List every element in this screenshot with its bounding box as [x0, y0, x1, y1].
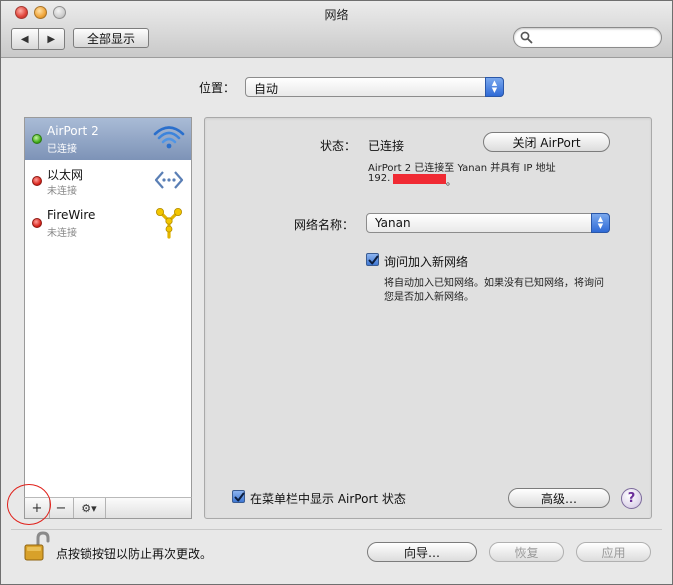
status-dot-connected-icon: [32, 134, 42, 144]
footer-separator: [11, 529, 662, 530]
advanced-button[interactable]: 高级…: [508, 488, 610, 508]
popup-arrows-icon: ▲ ▼: [485, 77, 504, 97]
redacted-ip-bar: [393, 174, 446, 184]
location-value: 自动: [254, 82, 279, 96]
ip-address-prefix: 192.: [368, 173, 391, 184]
service-list[interactable]: AirPort 2 已连接 以太网 未连接 FireWire 未连接: [24, 117, 192, 517]
service-status: 未连接: [47, 228, 77, 239]
forward-button[interactable]: ▶: [37, 29, 65, 49]
title-bar: 网络 ◀ ▶ 全部显示: [1, 1, 672, 58]
revert-button[interactable]: 恢复: [489, 542, 564, 562]
search-input[interactable]: [536, 30, 660, 47]
ip-address-suffix: 。: [446, 177, 456, 188]
window-title: 网络: [324, 8, 349, 22]
checkmark-icon: [234, 492, 245, 502]
gear-menu-button[interactable]: ⚙▾: [73, 498, 106, 518]
popup-arrows-icon: ▲ ▼: [591, 213, 610, 233]
service-item-airport[interactable]: AirPort 2 已连接: [25, 118, 191, 160]
ask-join-description-line1: 将自动加入已知网络。如果没有已知网络，将询问: [384, 278, 604, 289]
show-in-menubar-checkbox[interactable]: [232, 490, 245, 503]
checkmark-icon: [368, 255, 379, 265]
show-in-menubar-label[interactable]: 在菜单栏中显示 AirPort 状态: [250, 490, 406, 507]
unlocked-padlock-icon[interactable]: [23, 531, 51, 563]
service-status: 未连接: [47, 186, 77, 197]
network-name-value: Yanan: [375, 216, 411, 230]
network-name-label: 网络名称：: [294, 218, 355, 232]
show-all-button[interactable]: 全部显示: [73, 28, 149, 48]
service-item-firewire[interactable]: FireWire 未连接: [25, 202, 191, 244]
service-name: 以太网: [47, 168, 84, 182]
wifi-icon: [153, 126, 185, 149]
status-dot-disconnected-icon: [32, 176, 42, 186]
annotation-circle: [7, 484, 51, 525]
turn-off-airport-button[interactable]: 关闭 AirPort: [483, 132, 610, 152]
lock-hint-text: 点按锁按钮以防止再次更改。: [56, 547, 213, 561]
status-dot-disconnected-icon: [32, 218, 42, 228]
status-value: 已连接: [368, 139, 405, 153]
search-icon: [520, 31, 533, 44]
status-description: AirPort 2 已连接至 Yanan 并具有 IP 地址: [368, 163, 556, 174]
location-label: 位置：: [199, 81, 236, 95]
apply-button[interactable]: 应用: [576, 542, 651, 562]
help-button[interactable]: ?: [621, 488, 642, 509]
back-button[interactable]: ◀: [12, 29, 38, 49]
ask-join-checkbox[interactable]: [366, 253, 379, 266]
ask-join-label[interactable]: 询问加入新网络: [384, 253, 468, 270]
status-label: 状态：: [320, 139, 357, 153]
network-name-popup[interactable]: Yanan ▲ ▼: [366, 213, 610, 233]
back-forward-control: ◀ ▶: [11, 28, 65, 50]
search-field[interactable]: [513, 27, 662, 48]
remove-service-button[interactable]: −: [49, 498, 74, 518]
network-preferences-window: 网络 ◀ ▶ 全部显示 位置： 自动 ▲ ▼ AirPort 2 已连接 以太网…: [0, 0, 673, 585]
location-popup[interactable]: 自动 ▲ ▼: [245, 77, 504, 97]
ethernet-icon: [154, 171, 184, 189]
service-name: AirPort 2: [47, 124, 99, 138]
service-name: FireWire: [47, 208, 96, 222]
service-status: 已连接: [47, 144, 77, 155]
ask-join-description-line2: 您是否加入新网络。: [384, 292, 474, 303]
service-item-ethernet[interactable]: 以太网 未连接: [25, 160, 191, 202]
assistant-button[interactable]: 向导…: [367, 542, 477, 562]
firewire-icon: [156, 208, 182, 239]
